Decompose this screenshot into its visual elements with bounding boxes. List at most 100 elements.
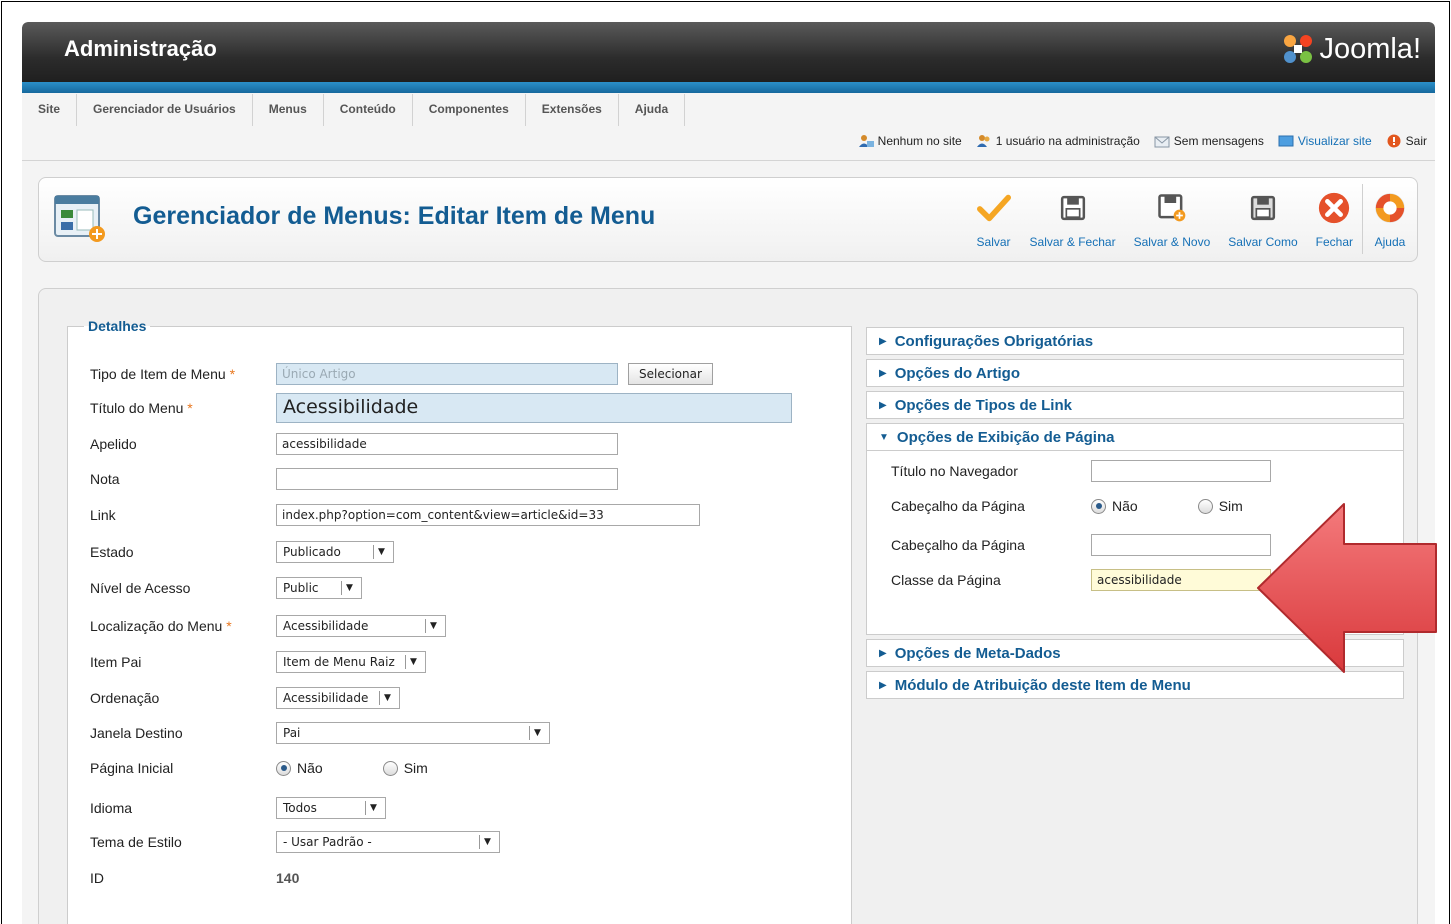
menu-title-label: Título do Menu [90, 400, 184, 416]
parent-item-select[interactable]: Item de Menu Raiz ▼ [276, 651, 426, 673]
help-button[interactable]: Ajuda [1362, 184, 1417, 254]
status-view-site[interactable]: Visualizar site [1278, 134, 1372, 148]
logout-link[interactable]: Sair [1406, 134, 1427, 148]
alias-input[interactable]: acessibilidade [276, 433, 618, 455]
field-alias: Apelido acessibilidade [90, 432, 618, 456]
note-input[interactable] [276, 468, 618, 490]
home-page-yes-label: Sim [403, 760, 428, 776]
close-icon [1319, 192, 1350, 224]
triangle-right-icon: ▶ [879, 335, 887, 347]
save-close-button[interactable]: Salvar & Fechar [1021, 184, 1125, 254]
page-class-label: Classe da Página [891, 572, 1001, 588]
chevron-down-icon: ▼ [425, 619, 439, 633]
show-heading-no-label: Não [1112, 498, 1138, 514]
menu-location-label: Localização do Menu [90, 618, 223, 634]
link-label: Link [90, 507, 116, 523]
target-window-select[interactable]: Pai ▼ [276, 722, 550, 744]
triangle-down-icon: ▼ [879, 431, 889, 443]
save-button[interactable]: Salvar [967, 184, 1021, 254]
chevron-down-icon: ▼ [479, 835, 493, 849]
user-icon [858, 135, 874, 147]
menu-site[interactable]: Site [22, 94, 78, 126]
close-button[interactable]: Fechar [1307, 184, 1362, 254]
triangle-right-icon: ▶ [879, 367, 887, 379]
show-heading-yes-label: Sim [1218, 498, 1243, 514]
radio-selected-icon [276, 760, 291, 776]
access-label: Nível de Acesso [90, 580, 191, 596]
panel-metadata-options-title: Opções de Meta-Dados [894, 644, 1061, 662]
show-heading-no-radio[interactable]: Não [1091, 498, 1138, 514]
status-admin-users-text: 1 usuário na administração [995, 134, 1140, 148]
menu-users[interactable]: Gerenciador de Usuários [77, 94, 253, 126]
show-heading-yes-radio[interactable]: Sim [1197, 498, 1243, 514]
required-mark: * [226, 618, 232, 634]
close-label: Fechar [1315, 235, 1353, 249]
field-ordering: Ordenação Acessibilidade ▼ [90, 686, 400, 710]
status-logout[interactable]: Sair [1386, 134, 1427, 148]
joomla-logo-text: Joomla! [1319, 32, 1421, 65]
browser-title-input[interactable] [1091, 460, 1271, 482]
access-select[interactable]: Public ▼ [276, 577, 362, 599]
field-access: Nível de Acesso Public ▼ [90, 576, 362, 600]
panel-page-display-options-title: Opções de Exibição de Página [896, 428, 1115, 446]
monitor-icon [1278, 135, 1294, 147]
menu-content[interactable]: Conteúdo [324, 94, 413, 126]
page-class-input[interactable]: acessibilidade [1091, 569, 1271, 591]
lifebuoy-icon [1375, 193, 1405, 223]
field-page-heading: Cabeçalho da Página [891, 533, 1271, 557]
language-label: Idioma [90, 800, 133, 816]
status-divider [22, 160, 1435, 161]
page-toolbar: Gerenciador de Menus: Editar Item de Men… [38, 177, 1418, 262]
alias-label: Apelido [90, 436, 137, 452]
page-heading-input[interactable] [1091, 534, 1271, 556]
save-close-label: Salvar & Fechar [1029, 235, 1116, 249]
language-select[interactable]: Todos ▼ [276, 797, 386, 819]
status-messages[interactable]: Sem mensagens [1154, 134, 1264, 148]
radio-unselected-icon [1197, 498, 1213, 514]
required-mark: * [229, 366, 236, 382]
panel-article-options[interactable]: ▶ Opções do Artigo [866, 359, 1404, 387]
parent-item-select-value: Item de Menu Raiz [283, 655, 395, 669]
triangle-right-icon: ▶ [879, 399, 887, 411]
save-new-label: Salvar & Novo [1133, 235, 1211, 249]
annotation-arrow-icon [1257, 503, 1437, 673]
envelope-icon [1154, 136, 1170, 148]
home-page-no-radio[interactable]: Não [276, 760, 323, 776]
triangle-right-icon: ▶ [879, 647, 887, 659]
template-style-select-value: - Usar Padrão - [283, 835, 372, 849]
ordering-label: Ordenação [90, 690, 160, 706]
menu-location-select[interactable]: Acessibilidade ▼ [276, 615, 446, 637]
save-copy-label: Salvar Como [1228, 235, 1298, 249]
view-site-link[interactable]: Visualizar site [1298, 134, 1372, 148]
home-page-label: Página Inicial [90, 760, 174, 776]
status-site-users: Nenhum no site [858, 134, 962, 148]
edit-form: Detalhes Tipo de Item de Menu * Único Ar… [38, 288, 1418, 924]
ordering-select-value: Acessibilidade [283, 691, 369, 705]
save-copy-button[interactable]: Salvar Como [1219, 184, 1306, 254]
panel-link-type-options[interactable]: ▶ Opções de Tipos de Link [866, 391, 1404, 419]
admin-title: Administração [64, 36, 217, 61]
template-style-select[interactable]: - Usar Padrão - ▼ [276, 831, 500, 853]
panel-page-display-options[interactable]: ▼ Opções de Exibição de Página [866, 423, 1404, 451]
save-close-icon [1060, 195, 1085, 221]
field-link: Link index.php?option=com_content&view=a… [90, 503, 700, 527]
field-show-heading: Cabeçalho da Página Não Sim [891, 494, 1243, 518]
menu-components[interactable]: Componentes [413, 94, 526, 126]
field-browser-title: Título no Navegador [891, 459, 1271, 483]
page-heading-label: Cabeçalho da Página [891, 537, 1025, 553]
help-label: Ajuda [1374, 235, 1406, 249]
menu-title-input[interactable]: Acessibilidade [276, 393, 792, 423]
field-parent-item: Item Pai Item de Menu Raiz ▼ [90, 650, 426, 674]
language-select-value: Todos [283, 801, 317, 815]
ordering-select[interactable]: Acessibilidade ▼ [276, 687, 400, 709]
save-new-button[interactable]: Salvar & Novo [1125, 184, 1220, 254]
menu-extensions[interactable]: Extensões [526, 94, 619, 126]
status-select[interactable]: Publicado ▼ [276, 541, 394, 563]
menu-menus[interactable]: Menus [253, 94, 324, 126]
panel-required-settings[interactable]: ▶ Configurações Obrigatórias [866, 327, 1404, 355]
target-window-label: Janela Destino [90, 725, 183, 741]
menu-help[interactable]: Ajuda [619, 94, 686, 126]
home-page-yes-radio[interactable]: Sim [382, 760, 428, 776]
save-new-icon [1158, 194, 1186, 222]
select-type-button[interactable]: Selecionar [628, 363, 713, 385]
